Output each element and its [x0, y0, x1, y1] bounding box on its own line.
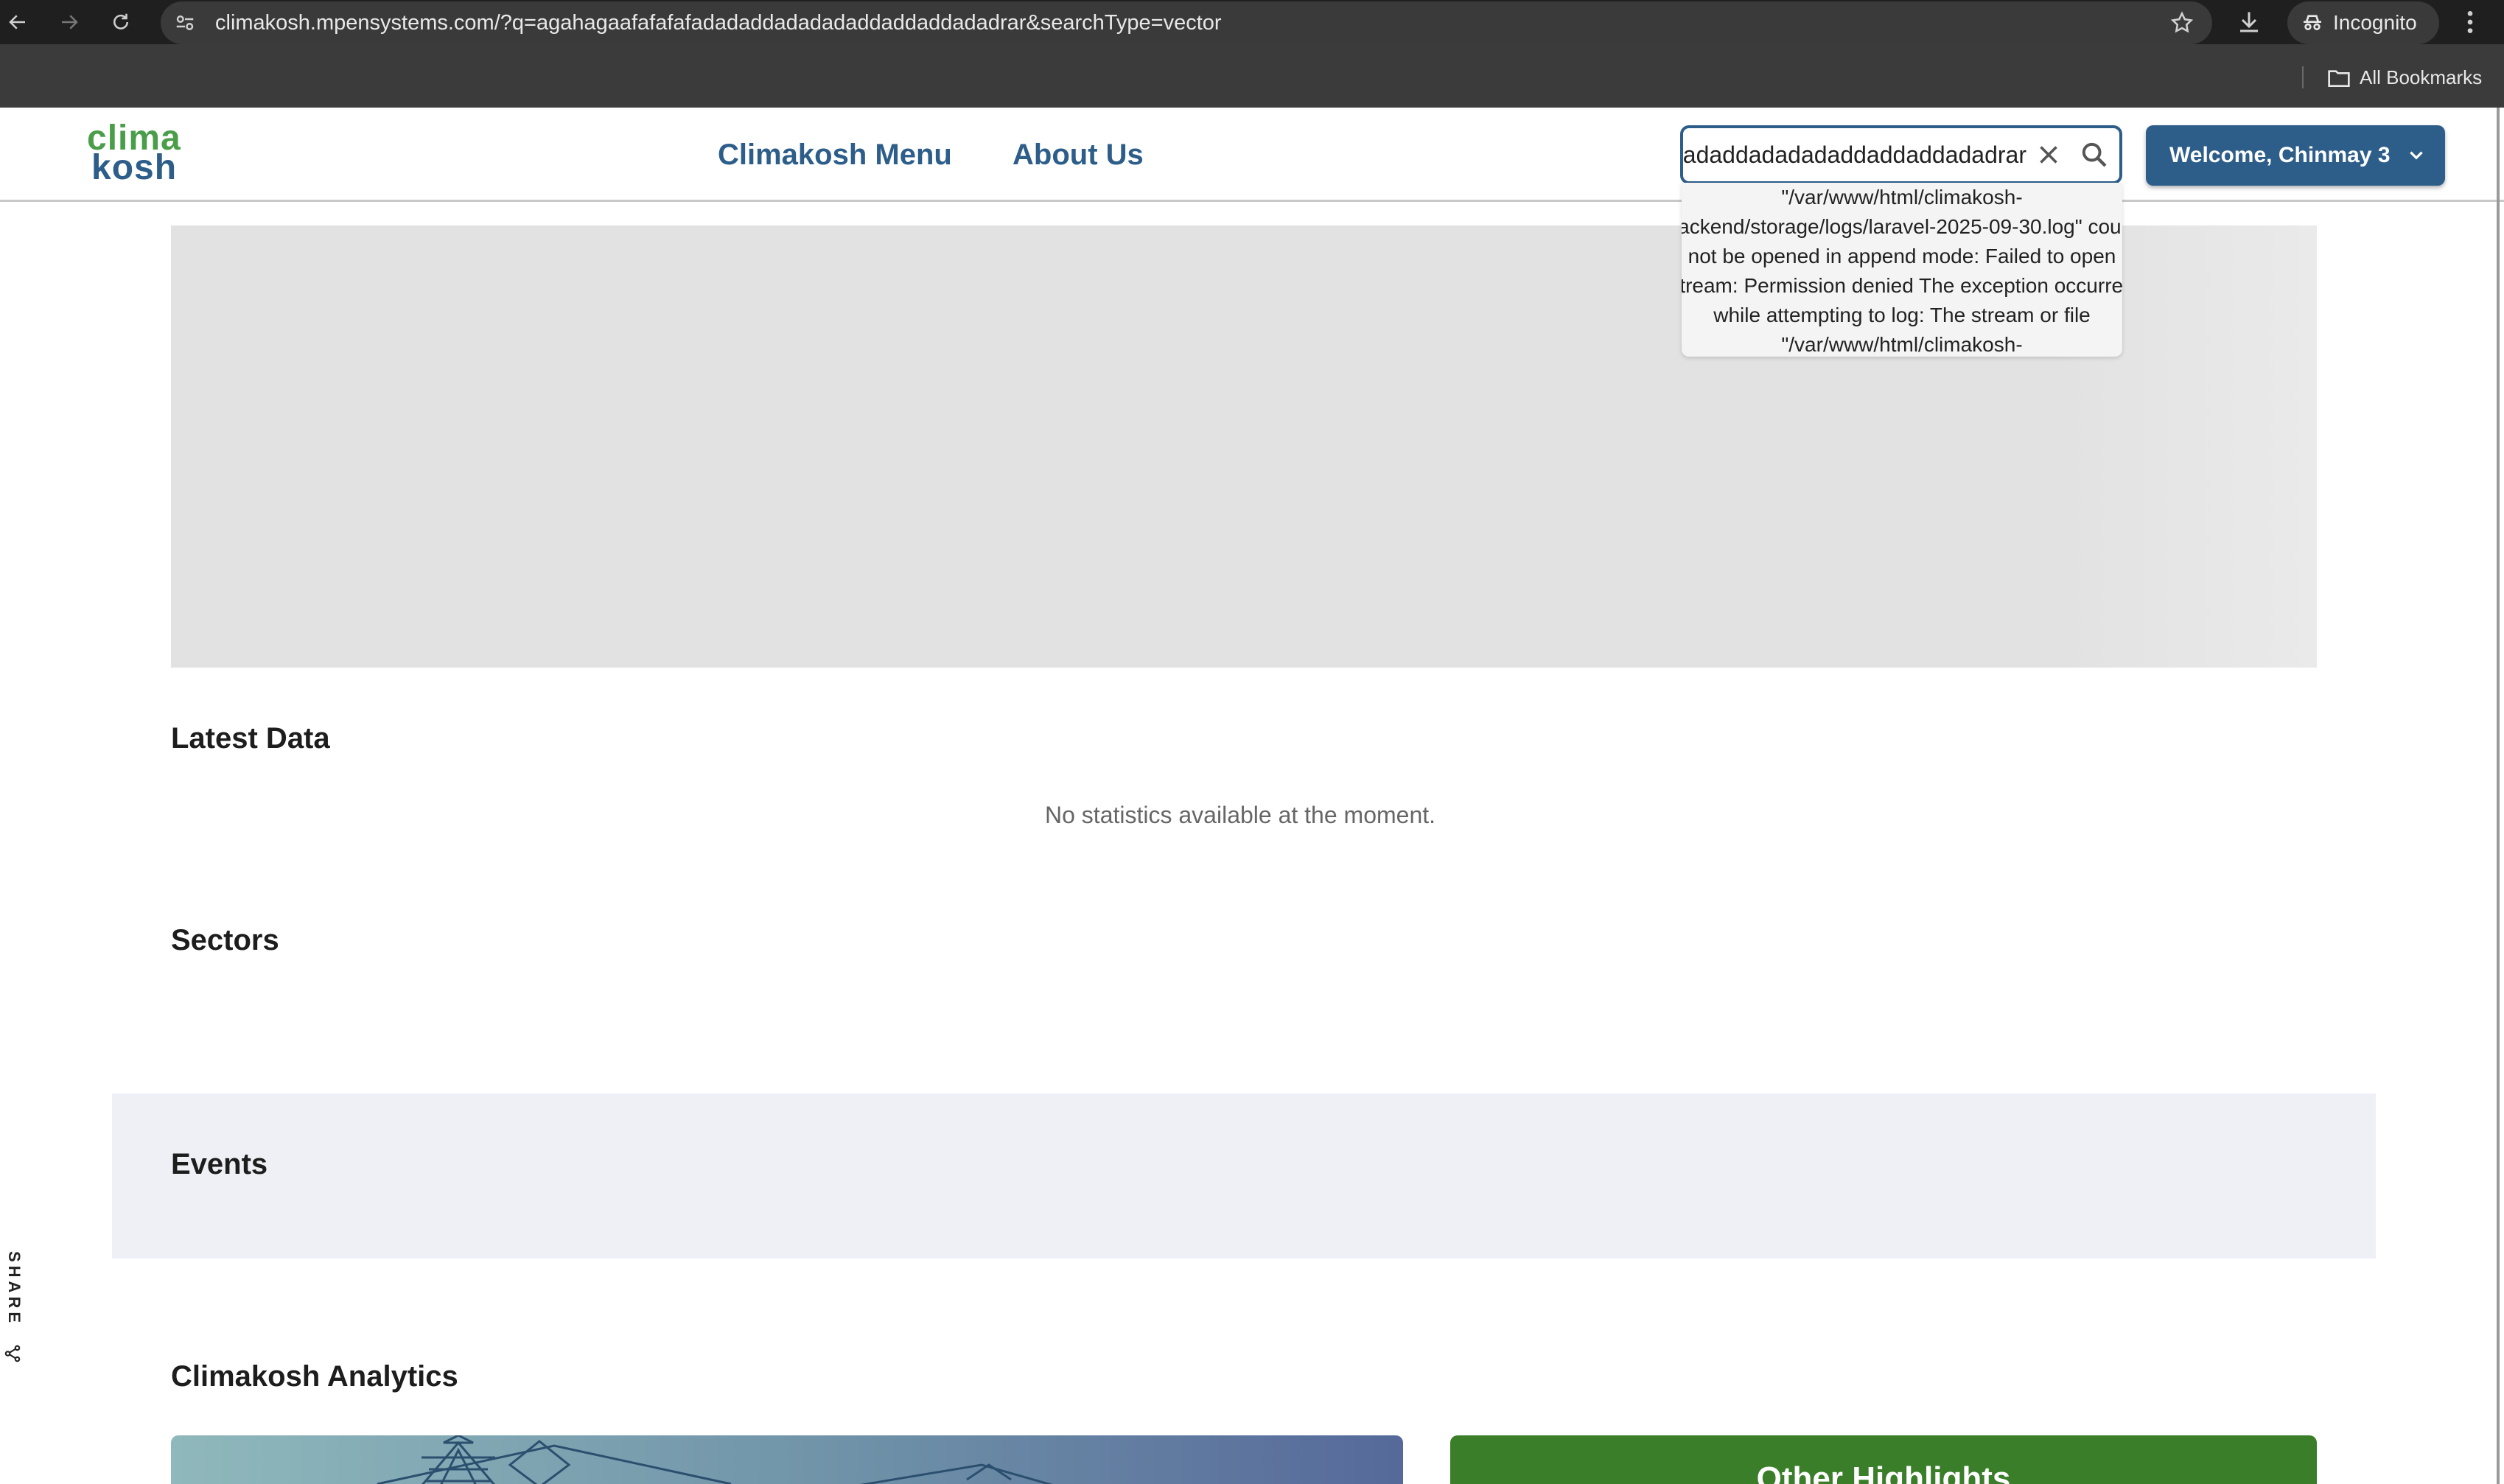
back-icon[interactable] — [4, 9, 31, 35]
chevron-down-icon — [2410, 151, 2423, 160]
climakosh-logo[interactable]: clima kosh — [87, 121, 181, 187]
share-icon — [4, 1345, 21, 1362]
events-title: Events — [171, 1148, 268, 1180]
bookmarks-bar — [0, 44, 2504, 108]
incognito-label: Incognito — [2333, 11, 2417, 34]
bookmark-star-icon[interactable] — [2169, 10, 2195, 35]
incognito-icon — [2304, 15, 2321, 30]
page-scrollbar[interactable] — [2497, 108, 2500, 1484]
analytics-title: Climakosh Analytics — [171, 1360, 458, 1393]
power-tower-illustration — [377, 1435, 1053, 1484]
search-box[interactable]: agahagaafafafafadadaddadadadaddaddaddada… — [1680, 125, 2122, 184]
browser-toolbar: climakosh.mpensystems.com/?q=agahagaafaf… — [0, 0, 2504, 44]
all-bookmarks-label: All Bookmarks — [2360, 66, 2483, 88]
url-text[interactable]: climakosh.mpensystems.com/?q=agahagaafaf… — [215, 11, 1222, 35]
reload-icon[interactable] — [108, 9, 134, 35]
bookmarks-separator — [2302, 66, 2304, 88]
site-header: clima kosh Climakosh Menu About Us agaha… — [0, 108, 2504, 202]
search-input[interactable]: agahagaafafafafadadaddadadadaddaddaddada… — [1683, 128, 2026, 181]
user-menu-button[interactable]: Welcome, Chinmay 3 — [2146, 125, 2445, 186]
analytics-card-image[interactable] — [171, 1435, 1403, 1484]
site-settings-icon[interactable] — [174, 12, 196, 34]
latest-data-title: Latest Data — [171, 722, 330, 755]
address-bar[interactable]: climakosh.mpensystems.com/?q=agahagaafaf… — [161, 1, 2212, 44]
nav-climakosh-menu[interactable]: Climakosh Menu — [718, 139, 952, 172]
search-input-value: agahagaafafafafadadaddadadadaddaddaddada… — [1683, 141, 2026, 168]
logo-text-bottom: kosh — [91, 148, 178, 187]
forward-icon[interactable] — [56, 9, 83, 35]
download-icon[interactable] — [2236, 9, 2262, 35]
folder-icon — [2328, 69, 2350, 87]
other-highlights-panel: Other Highlights — [1450, 1435, 2317, 1484]
search-error-message: "/var/www/html/climakosh-backend/storage… — [1682, 186, 2122, 356]
search-icon[interactable] — [2080, 140, 2109, 169]
latest-data-empty-message: No statistics available at the moment. — [1045, 802, 1436, 828]
incognito-indicator[interactable]: Incognito — [2287, 1, 2439, 44]
clear-search-icon[interactable] — [2035, 141, 2062, 168]
share-label: SHARE — [5, 1251, 24, 1327]
events-section — [112, 1093, 2376, 1259]
share-tab[interactable]: SHARE — [1, 1251, 24, 1369]
all-bookmarks-button[interactable]: All Bookmarks — [2327, 66, 2482, 89]
other-highlights-title: Other Highlights — [1756, 1460, 2011, 1484]
welcome-label: Welcome, Chinmay 3 — [2169, 143, 2391, 167]
nav-about-us[interactable]: About Us — [1013, 139, 1144, 172]
sectors-title: Sectors — [171, 924, 279, 956]
search-error-dropdown: "/var/www/html/climakosh-backend/storage… — [1682, 183, 2122, 357]
browser-menu-icon[interactable] — [2461, 7, 2479, 37]
